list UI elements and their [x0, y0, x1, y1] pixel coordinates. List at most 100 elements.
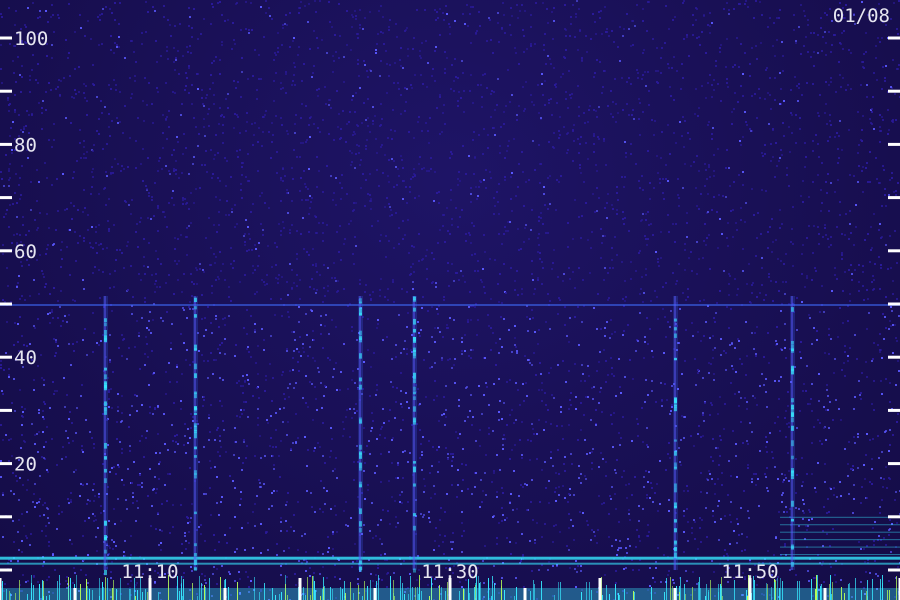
noise-speck [710, 402, 712, 404]
noise-speck [93, 520, 95, 522]
noise-speck [430, 157, 432, 159]
noise-speck [275, 72, 277, 74]
noise-speck [822, 36, 824, 38]
noise-speck [51, 438, 53, 440]
noise-speck [805, 525, 807, 527]
noise-speck [598, 361, 600, 363]
noise-speck [481, 281, 483, 283]
noise-speck [674, 16, 676, 18]
noise-speck [298, 351, 300, 353]
noise-speck [493, 470, 495, 472]
noise-speck [406, 291, 408, 293]
noise-speck [431, 252, 433, 254]
noise-speck [621, 77, 623, 79]
noise-speck [528, 179, 530, 181]
noise-speck [527, 359, 529, 361]
noise-speck [395, 526, 397, 528]
noise-speck [589, 105, 591, 107]
noise-speck [96, 550, 98, 552]
noise-speck [258, 479, 260, 481]
noise-speck [68, 52, 70, 54]
noise-speck [177, 141, 179, 143]
noise-speck [503, 233, 505, 235]
noise-speck [828, 31, 830, 33]
noise-speck [224, 279, 226, 281]
noise-speck [339, 182, 341, 184]
noise-speck [782, 481, 784, 483]
noise-speck [423, 359, 425, 361]
noise-speck [168, 274, 170, 276]
noise-speck [45, 10, 47, 12]
noise-speck [801, 457, 803, 459]
noise-speck [747, 464, 749, 466]
noise-speck [782, 70, 784, 72]
noise-speck [869, 181, 871, 183]
noise-speck [200, 533, 202, 535]
noise-speck [441, 131, 443, 133]
noise-speck [216, 429, 218, 431]
noise-speck [788, 426, 790, 428]
noise-speck [190, 566, 192, 568]
noise-speck [307, 188, 309, 190]
noise-speck [774, 176, 776, 178]
noise-speck [555, 472, 557, 474]
noise-speck [526, 395, 528, 397]
noise-speck [123, 267, 125, 269]
noise-speck [327, 357, 329, 359]
noise-speck [94, 495, 96, 497]
noise-speck [412, 263, 414, 265]
noise-speck [811, 343, 813, 345]
noise-speck [756, 326, 758, 328]
noise-speck [384, 437, 386, 439]
noise-speck [435, 527, 437, 529]
noise-speck [438, 545, 440, 547]
noise-speck [564, 4, 566, 6]
noise-speck [523, 241, 525, 243]
noise-speck [877, 435, 879, 437]
noise-speck [372, 106, 374, 108]
noise-speck [417, 388, 419, 390]
noise-speck [514, 289, 516, 291]
noise-speck [697, 369, 699, 371]
noise-speck [19, 389, 21, 391]
noise-speck [547, 409, 549, 411]
noise-speck [741, 533, 743, 535]
noise-speck [340, 371, 342, 373]
noise-speck [895, 119, 897, 121]
noise-speck [47, 517, 49, 519]
noise-speck [261, 279, 263, 281]
noise-speck [277, 282, 279, 284]
noise-speck [356, 560, 358, 562]
noise-speck [580, 402, 582, 404]
noise-speck [826, 389, 828, 391]
noise-speck [337, 280, 339, 282]
noise-speck [612, 267, 614, 269]
noise-speck [873, 279, 875, 281]
noise-speck [784, 417, 786, 419]
noise-speck [74, 572, 76, 574]
noise-speck [208, 108, 210, 110]
noise-speck [523, 110, 525, 112]
noise-speck [676, 70, 678, 72]
noise-speck [118, 46, 120, 48]
noise-speck [698, 107, 700, 109]
noise-speck [778, 398, 780, 400]
noise-speck [689, 138, 691, 140]
noise-speck [863, 464, 865, 466]
noise-speck [135, 231, 137, 233]
noise-speck [871, 483, 873, 485]
noise-speck [506, 517, 508, 519]
noise-speck [525, 382, 527, 384]
noise-speck [539, 501, 541, 503]
noise-speck [151, 103, 153, 105]
noise-speck [227, 19, 229, 21]
noise-speck [510, 7, 512, 9]
noise-speck [329, 359, 331, 361]
noise-speck [433, 399, 435, 401]
noise-speck [70, 492, 72, 494]
noise-speck [450, 541, 452, 543]
noise-speck [577, 565, 579, 567]
noise-speck [503, 402, 505, 404]
noise-speck [755, 255, 757, 257]
noise-speck [361, 122, 363, 124]
